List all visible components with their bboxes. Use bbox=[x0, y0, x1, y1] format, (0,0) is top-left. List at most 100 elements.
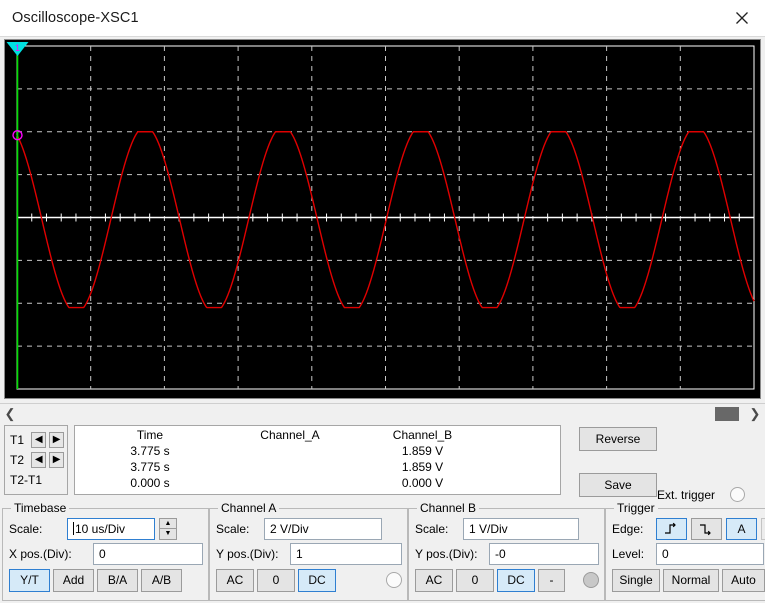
channel-b-scale-input[interactable]: 1 V/Div bbox=[463, 517, 579, 540]
header-time: Time bbox=[136, 428, 164, 442]
table-row: 3.775 s 1.859 V bbox=[75, 459, 560, 475]
t2-left-arrow-icon[interactable]: ◀ bbox=[31, 452, 47, 468]
save-button[interactable]: Save bbox=[579, 473, 657, 497]
channel-b-coupling-dc[interactable]: DC bbox=[497, 568, 535, 592]
cell-channel-b: 1.859 V bbox=[401, 460, 444, 474]
channel-b-indicator[interactable] bbox=[583, 572, 599, 588]
trigger-source-b: B bbox=[761, 517, 765, 540]
svg-text:1: 1 bbox=[15, 43, 20, 53]
scrollbar-thumb[interactable] bbox=[715, 406, 739, 421]
channel-b-ypos-value: -0 bbox=[495, 546, 506, 561]
timebase-mode-yt[interactable]: Y/T bbox=[9, 568, 50, 592]
channel-a-scale-input[interactable]: 2 V/Div bbox=[264, 517, 382, 540]
scroll-left-icon[interactable]: ❮ bbox=[0, 405, 20, 423]
channel-b-scale-value: 1 V/Div bbox=[469, 521, 508, 536]
scope-screen[interactable]: 1 bbox=[4, 39, 761, 399]
ext-trigger-label: Ext. trigger bbox=[657, 488, 716, 502]
cell-channel-b: 0.000 V bbox=[401, 476, 444, 490]
scope-horizontal-scrollbar[interactable]: ❮ ❯ bbox=[0, 403, 765, 423]
spinner-down-icon[interactable]: ▼ bbox=[159, 529, 177, 540]
trigger-mode-auto[interactable]: Auto bbox=[722, 568, 765, 592]
timebase-mode-ab[interactable]: A/B bbox=[141, 568, 182, 592]
measurement-table: Time Channel_A Channel_B 3.775 s 1.859 V bbox=[74, 425, 561, 495]
timebase-xpos-input[interactable]: 0 bbox=[93, 542, 203, 565]
scroll-right-icon[interactable]: ❯ bbox=[745, 405, 765, 423]
channel-a-scale-value: 2 V/Div bbox=[270, 521, 309, 536]
channel-b-coupling-gnd[interactable]: 0 bbox=[456, 568, 494, 592]
timebase-scale-label: Scale: bbox=[9, 521, 43, 536]
trigger-level-value: 0 bbox=[662, 546, 669, 561]
channel-a-coupling-buttons: AC 0 DC bbox=[216, 567, 402, 593]
timebase-xpos-label: X pos.(Div): bbox=[9, 546, 72, 561]
trigger-level-input[interactable]: 0 bbox=[656, 542, 764, 565]
cell-time: 3.775 s bbox=[130, 460, 170, 474]
channel-a-coupling-ac[interactable]: AC bbox=[216, 568, 254, 592]
text-caret bbox=[73, 522, 74, 535]
channel-b-ypos-row: Y pos.(Div): -0 bbox=[415, 541, 599, 566]
timebase-scale-input[interactable]: 10 us/Div bbox=[67, 517, 155, 540]
timebase-scale-spinner[interactable]: ▲ ▼ bbox=[159, 517, 177, 540]
channel-a-indicator[interactable] bbox=[386, 572, 402, 588]
cursor-t2-row: T2 ◀ ▶ bbox=[10, 450, 64, 470]
falling-edge-icon[interactable] bbox=[691, 517, 722, 540]
measurement-row: T1 ◀ ▶ T2 ◀ ▶ T2-T1 Time Channel_A Chann… bbox=[0, 423, 765, 502]
timebase-scale-row: Scale: 10 us/Div ▲ ▼ bbox=[9, 516, 203, 541]
cursor-t1-row: T1 ◀ ▶ bbox=[10, 430, 64, 450]
channel-b-scale-row: Scale: 1 V/Div bbox=[415, 516, 599, 541]
cell-time: 0.000 s bbox=[130, 476, 170, 490]
channel-a-coupling-gnd[interactable]: 0 bbox=[257, 568, 295, 592]
header-pad bbox=[490, 428, 560, 443]
panel-timebase: Timebase Scale: 10 us/Div ▲ ▼ X pos.(Div… bbox=[2, 501, 209, 601]
channel-a-ypos-value: 1 bbox=[296, 546, 303, 561]
cell-channel-a bbox=[225, 459, 355, 475]
header-channel-b: Channel_B bbox=[392, 428, 453, 442]
t1-left-arrow-icon[interactable]: ◀ bbox=[31, 432, 47, 448]
timebase-xpos-row: X pos.(Div): 0 bbox=[9, 541, 203, 566]
timebase-mode-add[interactable]: Add bbox=[53, 568, 94, 592]
channel-b-invert[interactable]: - bbox=[538, 568, 565, 592]
channel-a-coupling-dc[interactable]: DC bbox=[298, 568, 336, 592]
reverse-button[interactable]: Reverse bbox=[579, 427, 657, 451]
trigger-edge-label: Edge: bbox=[612, 521, 644, 536]
table-header-row: Time Channel_A Channel_B bbox=[75, 428, 560, 443]
timebase-mode-ba[interactable]: B/A bbox=[97, 568, 138, 592]
t2-right-arrow-icon[interactable]: ▶ bbox=[49, 452, 64, 468]
channel-b-coupling-buttons: AC 0 DC - bbox=[415, 567, 599, 593]
timebase-scale-value: 10 us/Div bbox=[75, 521, 126, 536]
scope-display-area: 1 bbox=[0, 37, 765, 403]
title-bar: Oscilloscope-XSC1 bbox=[0, 0, 765, 37]
trigger-mode-normal[interactable]: Normal bbox=[663, 568, 719, 592]
channel-a-ypos-row: Y pos.(Div): 1 bbox=[216, 541, 402, 566]
channel-a-scale-label: Scale: bbox=[216, 521, 250, 536]
ext-trigger-indicator[interactable] bbox=[730, 487, 745, 502]
window-title: Oscilloscope-XSC1 bbox=[12, 10, 139, 26]
timebase-mode-buttons: Y/T Add B/A A/B bbox=[9, 567, 203, 593]
panel-trigger: Trigger Edge: A B Ext Level: bbox=[605, 501, 765, 601]
control-panels: Timebase Scale: 10 us/Div ▲ ▼ X pos.(Div… bbox=[0, 499, 765, 603]
cell-channel-b: 1.859 V bbox=[401, 444, 444, 458]
cell-time: 3.775 s bbox=[130, 444, 170, 458]
scrollbar-track[interactable] bbox=[20, 405, 745, 423]
trigger-level-row: Level: 0 V bbox=[612, 541, 765, 566]
channel-a-legend: Channel A bbox=[221, 501, 277, 515]
channel-a-ypos-label: Y pos.(Div): bbox=[216, 546, 279, 561]
cursor-t2-label: T2 bbox=[10, 453, 25, 467]
trigger-edge-row: Edge: A B Ext bbox=[612, 516, 765, 541]
spinner-up-icon[interactable]: ▲ bbox=[159, 517, 177, 529]
oscilloscope-window: Oscilloscope-XSC1 1 ❮ ❯ T1 ◀ ▶ T2 ◀ ▶ T2… bbox=[0, 0, 765, 603]
trigger-mode-single[interactable]: Single bbox=[612, 568, 660, 592]
panel-channel-b: Channel B Scale: 1 V/Div Y pos.(Div): -0… bbox=[408, 501, 605, 601]
channel-b-coupling-ac[interactable]: AC bbox=[415, 568, 453, 592]
channel-a-ypos-input[interactable]: 1 bbox=[290, 542, 402, 565]
rising-edge-icon[interactable] bbox=[656, 517, 687, 540]
channel-a-scale-row: Scale: 2 V/Div bbox=[216, 516, 402, 541]
cursor-diff-label: T2-T1 bbox=[10, 473, 43, 487]
channel-b-ypos-input[interactable]: -0 bbox=[489, 542, 599, 565]
trigger-legend: Trigger bbox=[617, 501, 655, 515]
waveform-plot: 1 bbox=[5, 40, 760, 398]
trigger-source-a[interactable]: A bbox=[726, 517, 757, 540]
table-row: 3.775 s 1.859 V bbox=[75, 443, 560, 459]
close-icon[interactable] bbox=[719, 0, 765, 36]
timebase-xpos-value: 0 bbox=[99, 546, 106, 561]
t1-right-arrow-icon[interactable]: ▶ bbox=[49, 432, 64, 448]
